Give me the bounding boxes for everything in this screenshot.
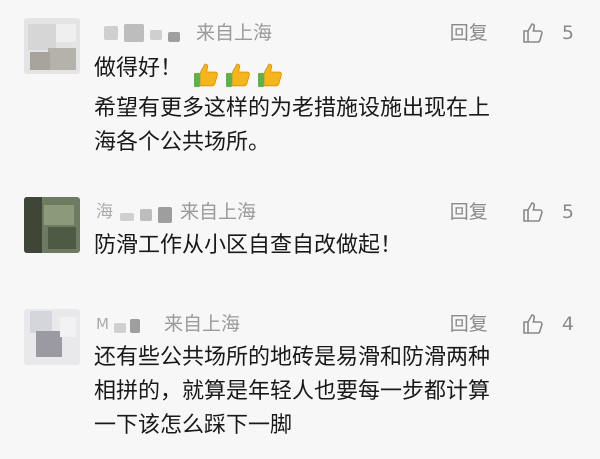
comment-text: 防滑工作从小区自查自改做起！ [94,229,580,263]
comment-line: 一下该怎么踩下一脚 [94,413,293,438]
thumbs-up-emoji-icon [226,63,250,87]
thumbs-up-icon[interactable] [522,312,546,336]
reply-button[interactable]: 回复 [450,198,488,226]
comment-item-1: 来自上海 回复 5 做得好！ 希望有更多这样的为老措施设施出现在上 海各个公共场… [0,0,600,175]
username-fragment: 海 [96,201,113,222]
comment-actions: 回复 5 [450,18,574,46]
username-blurred[interactable]: 海 [96,201,176,223]
thumbs-up-icon[interactable] [522,200,546,224]
thumbs-up-emoji-icon [194,63,218,87]
username-blurred[interactable] [96,22,190,44]
avatar[interactable] [24,309,80,365]
comment-line: 希望有更多这样的为老措施设施出现在上 [94,96,491,121]
reply-button[interactable]: 回复 [450,310,488,338]
comment-text: 做得好！ 希望有更多这样的为老措施设施出现在上 海各个公共场所。 [94,52,580,160]
comment-meta: 海 来自上海 [96,197,256,225]
like-count: 4 [561,312,574,335]
comment-meta: M 来自上海 [96,309,240,337]
comment-actions: 回复 4 [450,309,574,337]
comment-item-3: M 来自上海 回复 4 还有些公共场所的地砖是易滑和防滑两种 相拼的，就算是年轻… [0,295,600,459]
comment-line: 相拼的，就算是年轻人也要每一步都计算 [94,379,491,404]
comment-meta: 来自上海 [96,18,272,46]
avatar[interactable] [24,18,80,74]
like-count: 5 [561,21,574,44]
comment-text: 还有些公共场所的地砖是易滑和防滑两种 相拼的，就算是年轻人也要每一步都计算 一下… [94,341,580,443]
location-label: 来自上海 [180,200,257,223]
location-label: 来自上海 [164,312,241,335]
comment-line: 防滑工作从小区自查自改做起！ [94,233,403,258]
comment-line-text: 做得好！ [94,56,183,81]
thumbs-up-emojis [192,58,288,92]
avatar[interactable] [24,197,80,253]
like-count: 5 [561,200,574,223]
thumbs-up-emoji-icon [258,63,282,87]
location-label: 来自上海 [196,21,273,44]
comment-line: 还有些公共场所的地砖是易滑和防滑两种 [94,345,491,370]
comment-actions: 回复 5 [450,197,574,225]
comment-item-2: 海 来自上海 回复 5 防滑工作从小区自查自改做起！ [0,175,600,295]
comment-line: 海各个公共场所。 [94,130,271,155]
thumbs-up-icon[interactable] [522,21,546,45]
username-fragment: M [96,314,109,333]
comment-line: 做得好！ [94,52,580,92]
reply-button[interactable]: 回复 [450,19,488,47]
username-blurred[interactable]: M [96,313,158,335]
